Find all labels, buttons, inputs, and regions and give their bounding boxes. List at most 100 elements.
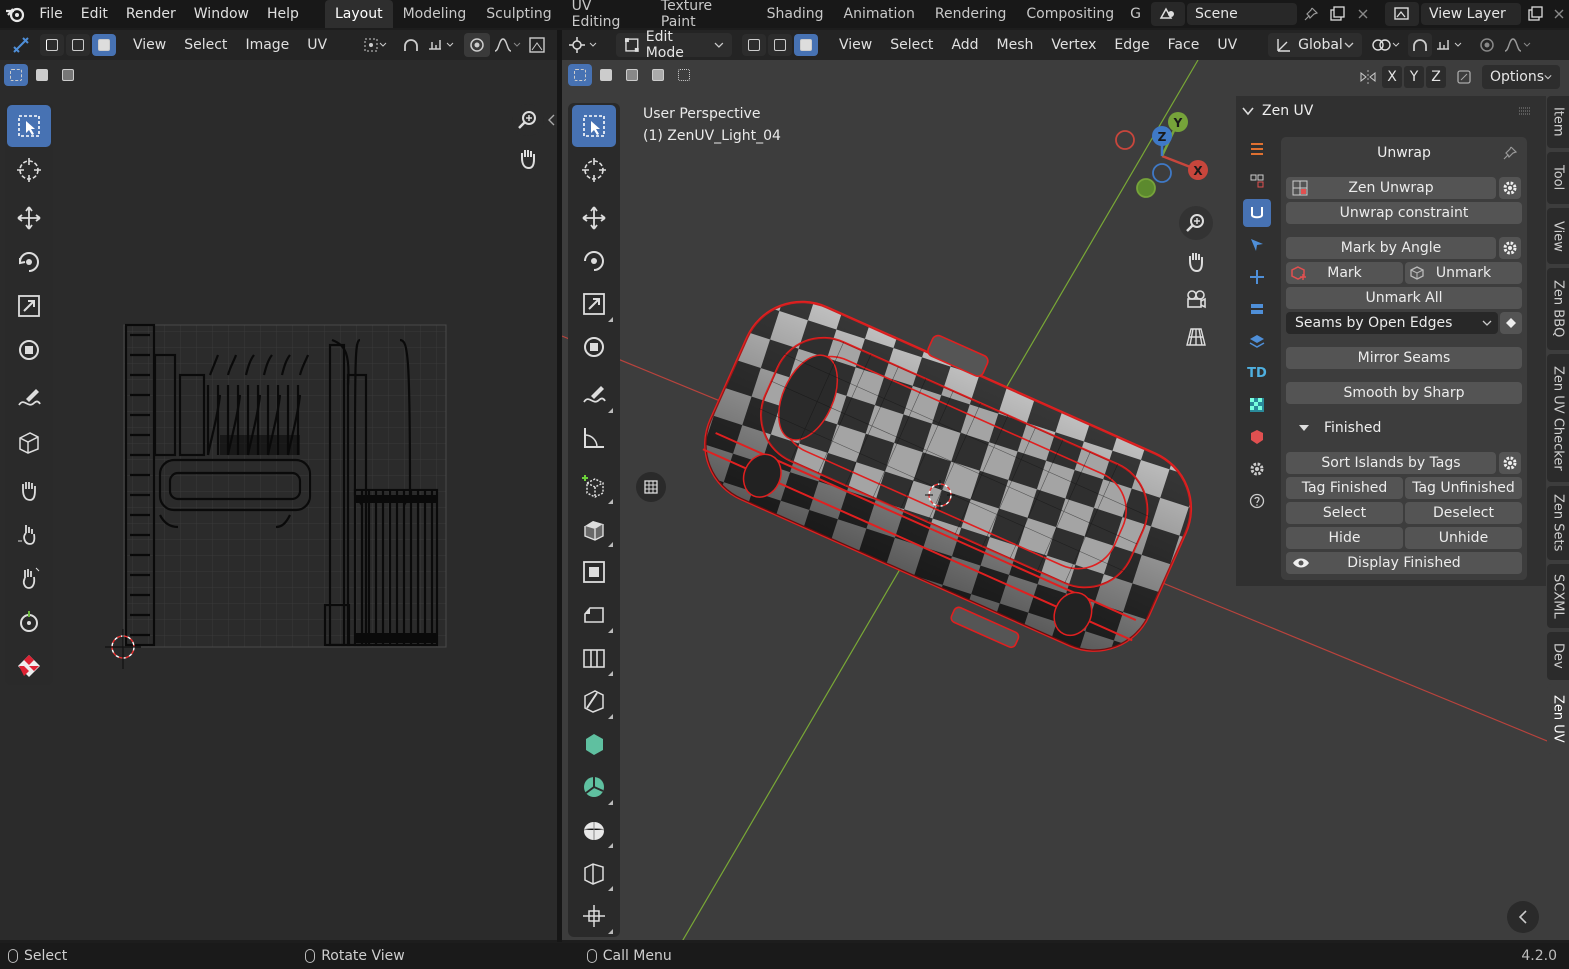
camera-view-icon[interactable] (1179, 282, 1213, 316)
mirror-icon[interactable] (1356, 66, 1380, 88)
tab-sculpting[interactable]: Sculpting (476, 0, 561, 28)
tool-select-box[interactable] (572, 105, 616, 147)
pin-icon[interactable] (1299, 2, 1323, 26)
seams-method-dropdown[interactable]: Seams by Open Edges (1286, 312, 1498, 334)
select-finished-button[interactable]: Select (1286, 502, 1403, 524)
hide-finished-button[interactable]: Hide (1286, 527, 1403, 549)
tab-animation[interactable]: Animation (834, 0, 925, 28)
zen-unwrap-settings-gear-icon[interactable] (1499, 177, 1521, 199)
options-dropdown[interactable]: Options (1482, 65, 1560, 89)
uv-sync-selection-icon[interactable] (6, 33, 36, 57)
vp-select-extend-icon[interactable] (594, 64, 618, 86)
view-layer-selector-icon[interactable] (1385, 2, 1419, 26)
uv-tool-relax[interactable] (7, 513, 51, 555)
tool-bevel[interactable] (572, 594, 616, 636)
delete-view-layer-icon[interactable] (1549, 2, 1569, 26)
delete-scene-icon[interactable] (1351, 2, 1375, 26)
uv-snap-icon[interactable] (398, 33, 424, 57)
vp-select-new-icon[interactable] (568, 64, 592, 86)
tool-loop-cut[interactable] (572, 637, 616, 679)
tool-extrude[interactable] (572, 508, 616, 550)
auto-merge-icon[interactable] (1452, 66, 1476, 88)
uv-menu-uv[interactable]: UV (298, 31, 336, 59)
preferences-gear-icon[interactable] (1243, 455, 1271, 483)
vp-menu-mesh[interactable]: Mesh (988, 31, 1043, 59)
transform-category-icon[interactable] (1243, 263, 1271, 291)
uv-tool-rotate[interactable] (7, 241, 51, 283)
side-tab-view[interactable]: View (1547, 208, 1569, 264)
uv-zoom-icon[interactable] (512, 104, 544, 136)
side-tab-zen-bbq[interactable]: Zen BBQ (1547, 268, 1569, 350)
new-scene-icon[interactable] (1325, 2, 1349, 26)
menu-file[interactable]: File (30, 0, 71, 28)
unmark-all-button[interactable]: Unmark All (1286, 287, 1522, 309)
snap-toggle-icon[interactable] (1408, 33, 1433, 57)
tool-smooth[interactable] (572, 809, 616, 851)
side-tab-tool[interactable]: Tool (1547, 152, 1569, 204)
mirror-y-toggle[interactable]: Y (1404, 66, 1424, 88)
uv-tool-pinch[interactable] (7, 557, 51, 599)
tag-unfinished-button[interactable]: Tag Unfinished (1405, 477, 1522, 499)
display-finished-button[interactable]: Display Finished (1286, 552, 1522, 574)
side-tab-dev[interactable]: Dev (1547, 632, 1569, 680)
face-select-icon[interactable] (92, 34, 116, 56)
vp-menu-view[interactable]: View (830, 31, 881, 59)
uv-menu-select[interactable]: Select (175, 31, 236, 59)
unmark-button[interactable]: Unmark (1405, 262, 1522, 284)
menu-edit[interactable]: Edit (72, 0, 117, 28)
uv-tool-select-box[interactable] (7, 105, 51, 147)
mirror-z-toggle[interactable]: Z (1426, 66, 1446, 88)
uv-tool-annotate[interactable] (7, 377, 51, 419)
mark-button[interactable]: Mark (1286, 262, 1403, 284)
falloff-icon[interactable] (1500, 33, 1536, 57)
tool-transform[interactable] (572, 326, 616, 368)
tab-texture-paint[interactable]: Texture Paint (651, 0, 757, 30)
sidebar-collapse-icon[interactable] (1507, 901, 1539, 933)
sort-islands-button[interactable]: Sort Islands by Tags (1286, 452, 1496, 474)
vp-menu-edge[interactable]: Edge (1105, 31, 1158, 59)
proportional-edit-icon[interactable] (1474, 33, 1500, 57)
tool-move[interactable] (572, 197, 616, 239)
blender-logo-icon[interactable] (0, 0, 30, 28)
uv-falloff-icon[interactable] (490, 33, 526, 57)
uv-sidebar-toggle-icon[interactable] (545, 112, 557, 128)
menu-window[interactable]: Window (185, 0, 258, 28)
uv-tool-cursor[interactable] (7, 149, 51, 191)
menu-render[interactable]: Render (117, 0, 185, 28)
uv-tool-move[interactable] (7, 197, 51, 239)
mode-selector[interactable]: Edit Mode (616, 29, 732, 61)
uv-image-icon[interactable] (526, 33, 548, 57)
uv-select-subtract-icon[interactable] (56, 64, 80, 86)
tab-geometry-nodes[interactable]: G (1124, 0, 1147, 28)
tool-spin[interactable] (572, 766, 616, 808)
editor-type-icon[interactable] (562, 33, 606, 57)
uv-proportional-edit-icon[interactable] (464, 33, 491, 57)
vp-select-invert-icon[interactable] (646, 64, 670, 86)
tab-uv-editing[interactable]: UV Editing (562, 0, 651, 30)
viewport-zoom-icon[interactable] (1179, 206, 1213, 240)
tool-rotate[interactable] (572, 240, 616, 282)
vp-menu-select[interactable]: Select (881, 31, 942, 59)
tool-inset[interactable] (572, 551, 616, 593)
pivot-point-icon[interactable] (1368, 33, 1406, 57)
vp-edge-select-icon[interactable] (768, 34, 792, 56)
perspective-toggle-icon[interactable] (1179, 320, 1213, 354)
deselect-finished-button[interactable]: Deselect (1405, 502, 1522, 524)
mark-by-angle-button[interactable]: Mark by Angle (1286, 237, 1496, 259)
tab-modeling[interactable]: Modeling (393, 0, 477, 28)
new-view-layer-icon[interactable] (1523, 2, 1547, 26)
finished-subpanel-header[interactable]: Finished (1298, 417, 1381, 439)
tab-shading[interactable]: Shading (757, 0, 834, 28)
seams-keyframe-diamond-icon[interactable] (1500, 312, 1522, 334)
uv-tool-zen-transform[interactable] (7, 601, 51, 643)
vp-menu-uv[interactable]: UV (1208, 31, 1246, 59)
vp-select-subtract-icon[interactable] (620, 64, 644, 86)
uv-tool-grab[interactable] (7, 469, 51, 511)
edge-select-icon[interactable] (66, 34, 90, 56)
select-category-icon[interactable] (1243, 231, 1271, 259)
tool-add-cube[interactable] (572, 465, 616, 507)
transform-orientation-selector[interactable]: Global (1268, 33, 1363, 57)
vp-menu-face[interactable]: Face (1159, 31, 1209, 59)
unwrap-category-icon[interactable] (1243, 199, 1271, 227)
tool-poly-build[interactable] (572, 723, 616, 765)
